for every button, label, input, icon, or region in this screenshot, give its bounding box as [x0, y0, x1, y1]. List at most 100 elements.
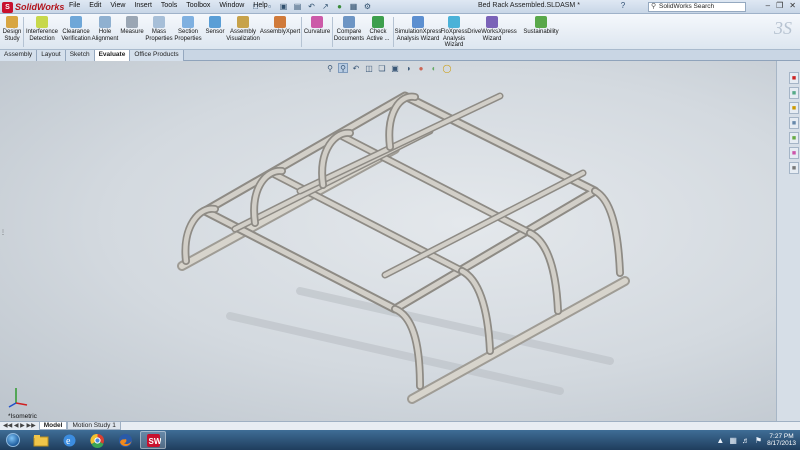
solidworks-resources-icon[interactable]: ■: [789, 72, 799, 84]
custom-properties-icon[interactable]: ■: [789, 162, 799, 174]
ds-watermark-icon: 3S: [774, 18, 792, 38]
window-controls: – ❐ ✕: [766, 1, 796, 10]
measure-button[interactable]: Measure: [119, 16, 145, 36]
tab-evaluate[interactable]: Evaluate: [94, 50, 131, 61]
sustainability-button[interactable]: Sustainability: [522, 16, 560, 36]
taskbar-clock[interactable]: 7:27 PM 8/17/2013: [767, 433, 796, 448]
coordinate-triad-icon: [8, 388, 28, 408]
sustainability-icon: [535, 16, 547, 28]
sustainability-label: Sustainability: [523, 29, 559, 35]
close-icon[interactable]: ✕: [789, 1, 796, 10]
app-logo[interactable]: S SolidWorks: [2, 1, 64, 13]
curvature-icon: [311, 16, 323, 28]
graphics-area[interactable]: ⚲ ⚲ ↶ ◫ ❏ ▣ ◑ ● ◐ ◯ ⋮ *Isometric: [0, 61, 776, 421]
minimize-icon[interactable]: –: [766, 1, 770, 10]
volume-icon[interactable]: ♬: [742, 436, 750, 445]
tab-assembly[interactable]: Assembly: [0, 50, 38, 61]
taskbar-firefox[interactable]: [112, 431, 138, 449]
curvature-button[interactable]: Curvature: [303, 16, 331, 36]
undo-icon[interactable]: ↶: [306, 1, 317, 12]
file-explorer-icon[interactable]: ■: [789, 102, 799, 114]
mass-properties-button[interactable]: Mass Properties: [145, 16, 173, 42]
help-icon[interactable]: ?: [618, 1, 628, 12]
solidworks-icon: SW: [146, 433, 161, 447]
bed-rack-model: [177, 91, 630, 404]
check-active-icon: [372, 16, 384, 28]
new-document-icon[interactable]: □: [250, 1, 261, 12]
network-icon[interactable]: ▦: [729, 436, 737, 445]
search-icon: ⚲: [651, 3, 657, 10]
floxpress-button[interactable]: FloXpress Analysis Wizard: [441, 16, 468, 49]
compare-documents-button[interactable]: Compare Documents: [334, 16, 364, 42]
menu-tools[interactable]: Tools: [160, 2, 178, 9]
check-active-button[interactable]: Check Active ...: [365, 16, 391, 42]
clock-time: 7:27 PM: [769, 432, 794, 440]
tab-model[interactable]: Model: [38, 422, 68, 430]
document-title: Bed Rack Assembled.SLDASM *: [478, 2, 580, 9]
menu-toolbox[interactable]: Toolbox: [185, 2, 211, 9]
options-gear-icon[interactable]: ⚙: [362, 1, 373, 12]
menu-view[interactable]: View: [109, 2, 126, 9]
clock-date: 8/17/2013: [767, 440, 796, 447]
measure-label: Measure: [120, 29, 144, 35]
command-tabs: Assembly Layout Sketch Evaluate Office P…: [0, 50, 800, 61]
hole-alignment-icon: [99, 16, 111, 28]
appearances-icon[interactable]: ■: [789, 147, 799, 159]
task-pane-tabs: ■ ■ ■ ■ ■ ■ ■: [788, 72, 800, 202]
tab-sketch[interactable]: Sketch: [65, 50, 95, 61]
section-properties-icon: [182, 16, 194, 28]
clearance-verification-label: Clearance Verification: [61, 29, 91, 42]
start-button[interactable]: [0, 430, 26, 450]
rebuild-icon[interactable]: ●: [334, 1, 345, 12]
app-logo-text: SolidWorks: [15, 2, 65, 12]
select-arrow-icon[interactable]: ↗: [320, 1, 331, 12]
separator: [301, 17, 302, 47]
search-input[interactable]: ⚲ SolidWorks Search: [648, 2, 746, 12]
menu-window[interactable]: Window: [218, 2, 245, 9]
driveworksxpress-icon: [486, 16, 498, 28]
show-hidden-icons-icon[interactable]: ▲: [716, 436, 724, 445]
view-orientation-label: *Isometric: [8, 413, 37, 420]
assembly-visualization-button[interactable]: Assembly Visualization: [226, 16, 260, 42]
design-library-icon[interactable]: ■: [789, 87, 799, 99]
floxpress-icon: [448, 16, 460, 28]
restore-icon[interactable]: ❐: [776, 1, 783, 10]
menu-insert[interactable]: Insert: [133, 2, 153, 9]
svg-text:SW: SW: [148, 437, 161, 446]
firefox-icon: [118, 433, 132, 447]
windows-taskbar: e SW ▲ ▦ ♬ ⚑ 7:27 PM 8/17/2013: [0, 430, 800, 450]
driveworksxpress-label: DriveWorksXpress Wizard: [467, 29, 517, 42]
menu-edit[interactable]: Edit: [88, 2, 102, 9]
interference-detection-button[interactable]: Interference Detection: [25, 16, 59, 42]
hole-alignment-button[interactable]: Hole Alignment: [92, 16, 118, 42]
tab-scroll-arrows[interactable]: ◀◀ ◀ ▶ ▶▶: [0, 422, 39, 430]
interference-detection-label: Interference Detection: [25, 29, 59, 42]
simulationxpress-button[interactable]: SimulationXpress Analysis Wizard: [395, 16, 441, 42]
menu-file[interactable]: File: [68, 2, 81, 9]
sensor-button[interactable]: Sensor: [204, 16, 226, 36]
assembly-visualization-label: Assembly Visualization: [226, 29, 260, 42]
assemblyxpert-button[interactable]: AssemblyXpert: [260, 16, 300, 36]
tab-motion-study-1[interactable]: Motion Study 1: [67, 422, 121, 430]
file-properties-icon[interactable]: ▦: [348, 1, 359, 12]
save-icon[interactable]: ▣: [278, 1, 289, 12]
search-results-icon[interactable]: ■: [789, 117, 799, 129]
driveworksxpress-button[interactable]: DriveWorksXpress Wizard: [467, 16, 517, 42]
view-palette-icon[interactable]: ■: [789, 132, 799, 144]
flag-icon[interactable]: ⚑: [755, 436, 762, 445]
print-icon[interactable]: ▤: [292, 1, 303, 12]
tab-layout[interactable]: Layout: [37, 50, 66, 61]
section-properties-button[interactable]: Section Properties: [173, 16, 203, 42]
taskbar-internet-explorer[interactable]: e: [56, 431, 82, 449]
design-study-button[interactable]: Design Study: [2, 16, 22, 42]
measure-icon: [126, 16, 138, 28]
clearance-icon: [70, 16, 82, 28]
internet-explorer-icon: e: [63, 434, 75, 447]
taskbar-chrome[interactable]: [84, 431, 110, 449]
taskbar-solidworks[interactable]: SW: [140, 431, 166, 449]
clearance-verification-button[interactable]: Clearance Verification: [60, 16, 92, 42]
hole-alignment-label: Hole Alignment: [91, 29, 119, 42]
tab-office-products[interactable]: Office Products: [130, 50, 184, 61]
taskbar-file-explorer[interactable]: [28, 431, 54, 449]
open-folder-icon[interactable]: ▫: [264, 1, 275, 12]
